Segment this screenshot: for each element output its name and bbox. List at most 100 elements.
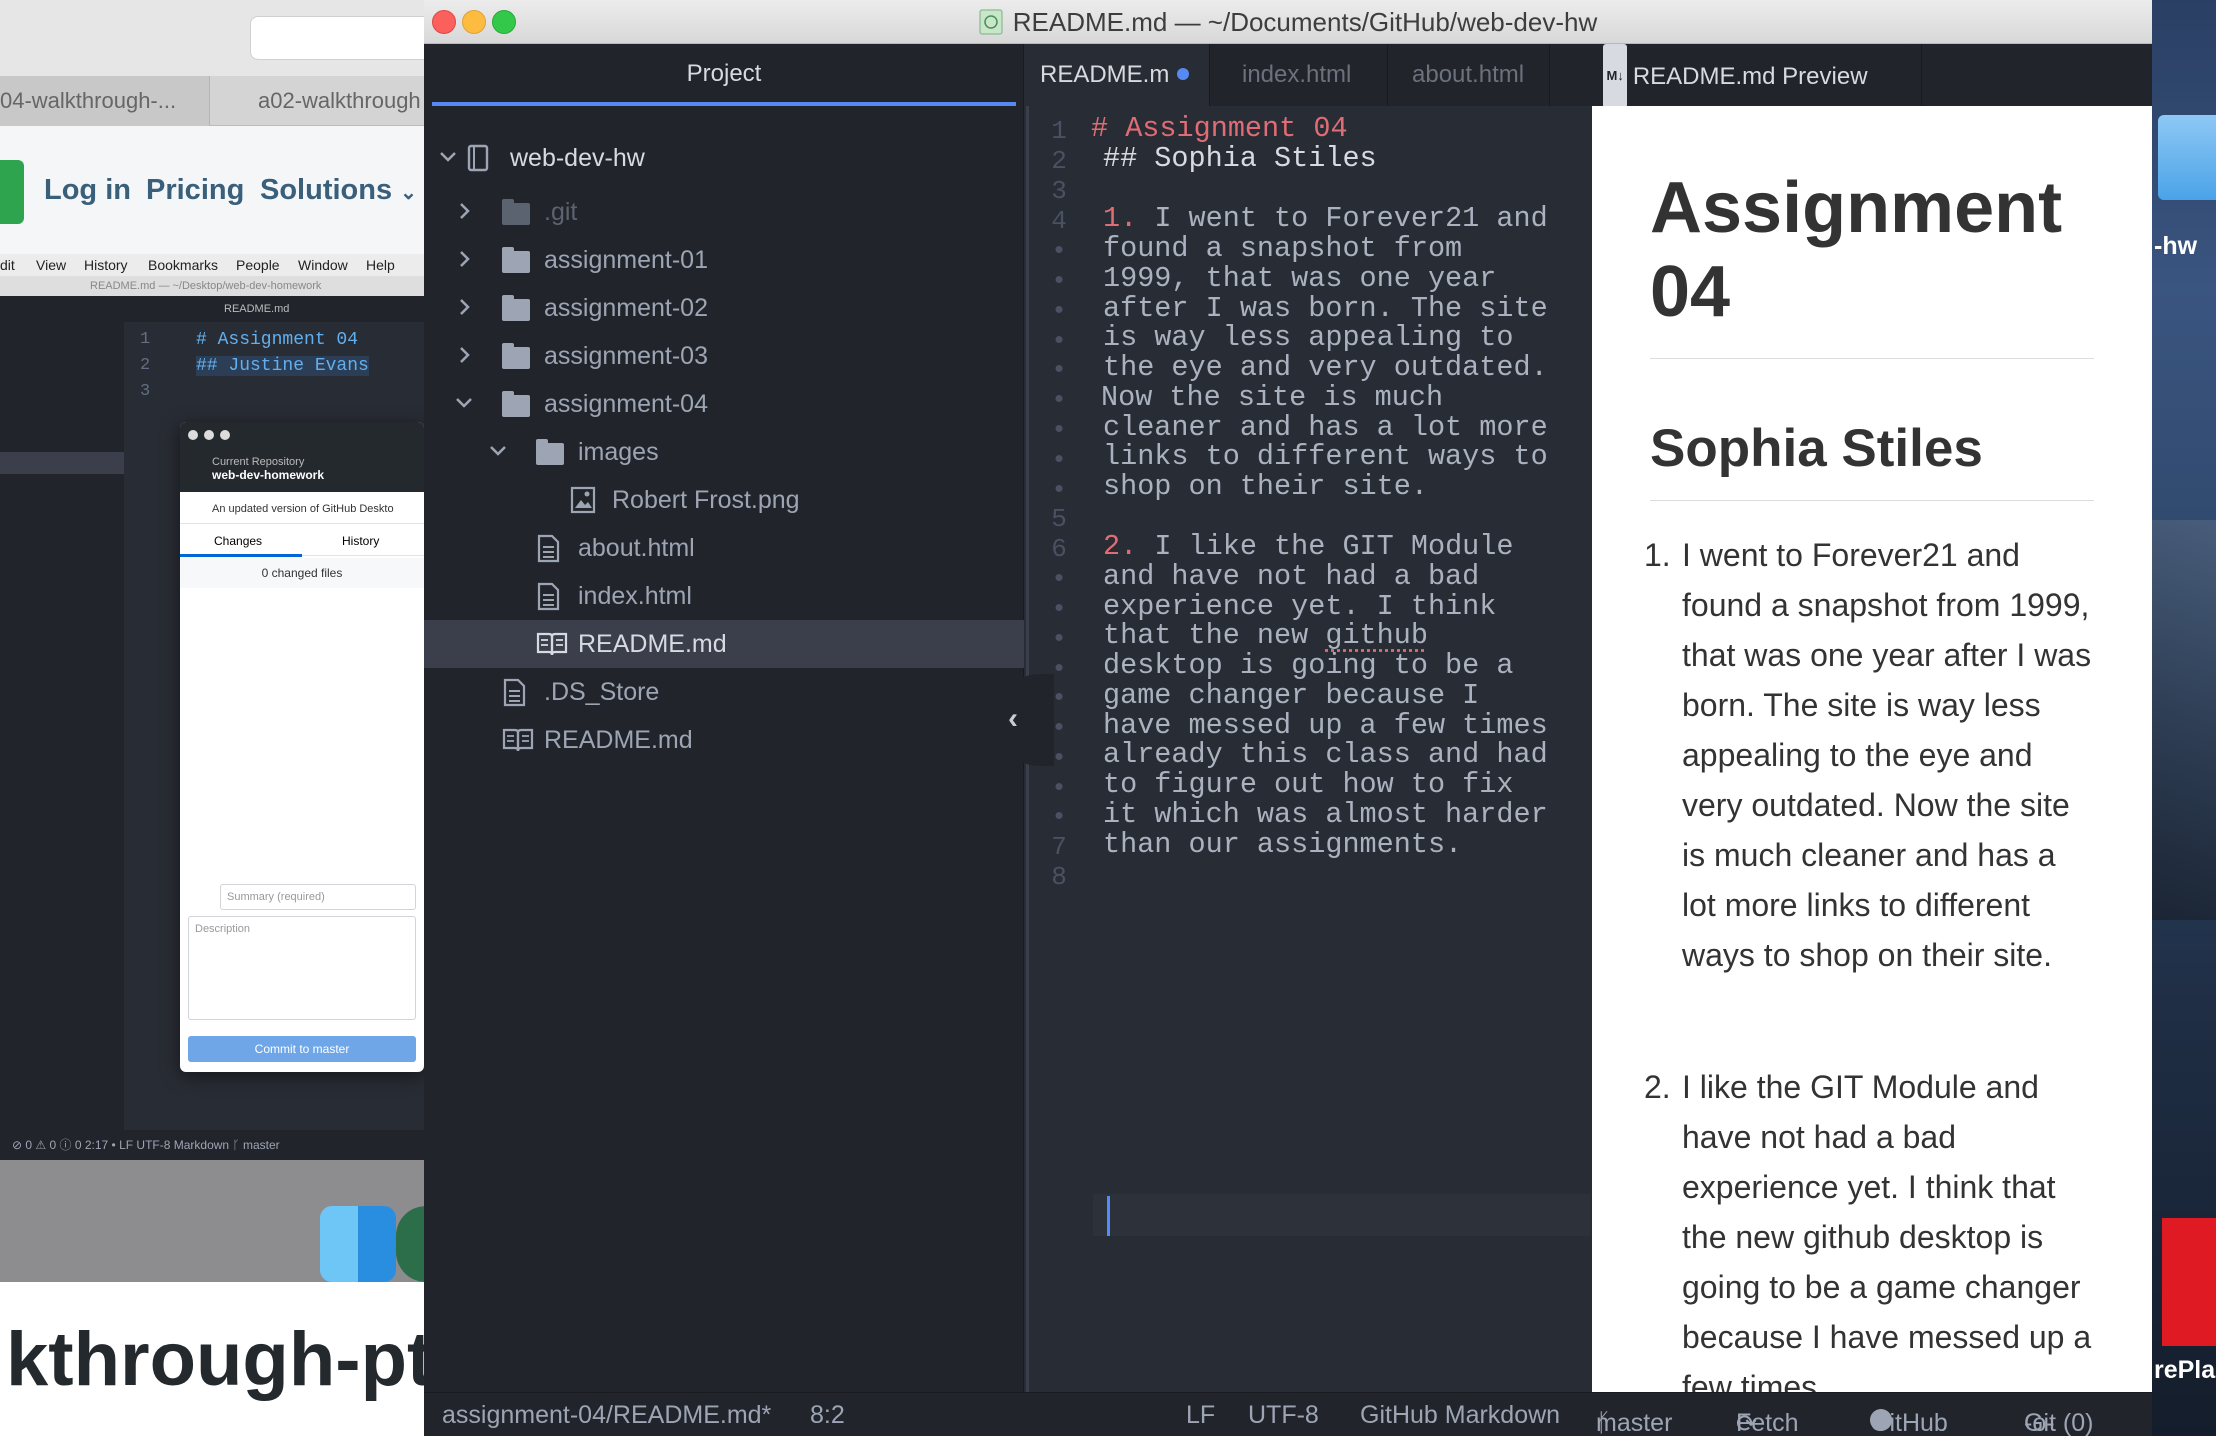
wrap-indicator: •: [1051, 296, 1067, 326]
bg-line-number: 1: [140, 330, 151, 349]
bg-tree-selection: [0, 452, 124, 474]
bg-code-line: # Assignment 04: [196, 330, 359, 350]
tab-history[interactable]: History: [342, 534, 379, 548]
tree-root[interactable]: web-dev-hw: [424, 134, 1024, 182]
menu-item[interactable]: History: [84, 257, 128, 273]
zoom-button[interactable]: [220, 430, 230, 440]
tree-item-folder[interactable]: assignment-01: [424, 236, 1024, 284]
ghd-tabs: Changes History: [180, 526, 424, 557]
browser-tab[interactable]: 04-walkthrough-...: [0, 76, 210, 126]
preview-heading-2: Sophia Stiles: [1650, 419, 1983, 478]
update-notice[interactable]: An updated version of GitHub Deskto: [180, 494, 424, 524]
wrap-indicator: •: [1051, 236, 1067, 266]
tree-item-file[interactable]: about.html: [424, 524, 1024, 572]
tree-item-file-selected[interactable]: README.md: [424, 620, 1024, 668]
cursor-line-highlight: [1093, 1194, 1590, 1236]
tree-item-file[interactable]: README.md: [424, 716, 1024, 764]
tree-item-folder[interactable]: assignment-04: [424, 380, 1024, 428]
desktop-app-label[interactable]: rePla: [2154, 1356, 2215, 1385]
markdown-preview[interactable]: Assignment 04 Sophia Stiles 1. I went to …: [1592, 106, 2152, 1392]
tab-preview[interactable]: M↓ README.md Preview: [1550, 44, 1922, 106]
tree-item-file[interactable]: index.html: [424, 572, 1024, 620]
divider: [1650, 358, 2094, 359]
minimize-button[interactable]: [462, 10, 486, 34]
book-icon: [502, 726, 534, 752]
tree-item-file[interactable]: Robert Frost.png: [424, 476, 1024, 524]
current-repository-selector[interactable]: Current Repository web-dev-homework: [180, 448, 424, 492]
browser-url-bar[interactable]: [250, 16, 424, 60]
file-text-icon: [502, 678, 528, 707]
tab-changes[interactable]: Changes: [214, 534, 262, 548]
atom-window[interactable]: README.md — ~/Documents/GitHub/web-dev-h…: [424, 0, 2152, 1436]
tree-view: Project web-dev-hw .git assignment-01 as…: [424, 44, 1024, 1392]
tab-project[interactable]: Project: [432, 44, 1016, 106]
divider: [1650, 500, 2094, 501]
line-number: 2: [1051, 146, 1067, 176]
tab-about[interactable]: about.html: [1388, 44, 1550, 106]
tree-item-git[interactable]: .git: [424, 188, 1024, 236]
tree-item-folder[interactable]: assignment-03: [424, 332, 1024, 380]
folder-icon: [502, 246, 530, 273]
wrap-indicator: •: [1051, 773, 1067, 803]
code-line: 1999, that was one year: [1103, 262, 1497, 295]
spelling-error[interactable]: github: [1325, 619, 1428, 652]
wrap-indicator: •: [1051, 564, 1067, 594]
folder-icon: [536, 438, 564, 465]
tab-index[interactable]: index.html: [1210, 44, 1388, 106]
preview-list: 1. I went to Forever21 and found a snapsh…: [1644, 530, 2094, 980]
current-repository-caption: Current Repository: [212, 456, 305, 468]
file-path[interactable]: assignment-04/README.md*: [442, 1401, 771, 1430]
menu-item[interactable]: Window: [298, 257, 348, 273]
menu-item[interactable]: dit: [0, 257, 15, 273]
status-bar: assignment-04/README.md* 8:2 LF UTF-8 Gi…: [424, 1392, 2152, 1436]
chevron-down-icon: ⌄: [400, 182, 417, 204]
desktop-folder-icon[interactable]: [2158, 115, 2216, 200]
close-button[interactable]: [188, 430, 198, 440]
document-icon: [979, 9, 1003, 35]
tree-item-folder[interactable]: assignment-02: [424, 284, 1024, 332]
grammar[interactable]: GitHub Markdown: [1360, 1401, 1560, 1430]
menu-item[interactable]: Bookmarks: [148, 257, 218, 273]
finder-icon[interactable]: [320, 1206, 396, 1282]
code-line: it which was almost harder: [1103, 798, 1548, 831]
list-item: 1. I went to Forever21 and found a snapsh…: [1644, 530, 2094, 980]
menu-item[interactable]: Help: [366, 257, 395, 273]
login-link[interactable]: Log in: [44, 174, 131, 207]
commit-summary-input[interactable]: Summary (required): [220, 884, 416, 910]
bg-atom-status-bar: ⊘ 0 ⚠ 0 ⓘ 0 2:17 • LF UTF-8 Markdown ᚴ m…: [0, 1130, 424, 1160]
tree-item-folder[interactable]: images: [424, 428, 1024, 476]
desktop-folder-label[interactable]: -hw: [2154, 232, 2197, 261]
pricing-link[interactable]: Pricing: [146, 174, 244, 207]
encoding[interactable]: UTF-8: [1248, 1401, 1319, 1430]
background-browser-window[interactable]: 04-walkthrough-... a02-walkthrough Log i…: [0, 0, 424, 1436]
line-number: 7: [1051, 832, 1067, 862]
minimize-button[interactable]: [204, 430, 214, 440]
tree-item-file[interactable]: .DS_Store: [424, 668, 1024, 716]
menu-item[interactable]: View: [36, 257, 66, 273]
chevron-right-icon: [454, 246, 476, 272]
code-line: desktop is going to be a: [1103, 649, 1514, 682]
zoom-button[interactable]: [492, 10, 516, 34]
browser-tab[interactable]: a02-walkthrough: [212, 76, 424, 126]
tab-readme[interactable]: README.m: [1024, 44, 1210, 106]
commit-button[interactable]: Commit to master: [188, 1036, 416, 1062]
github-signup-button[interactable]: [0, 160, 24, 224]
close-button[interactable]: [432, 10, 456, 34]
browser-tab-bar: 04-walkthrough-... a02-walkthrough: [0, 76, 424, 126]
solutions-link[interactable]: Solutions ⌄: [260, 174, 417, 207]
wrap-indicator: •: [1051, 802, 1067, 832]
menu-item[interactable]: People: [236, 257, 280, 273]
folder-icon: [502, 342, 530, 369]
window-title: README.md — ~/Documents/GitHub/web-dev-h…: [424, 0, 2152, 44]
bg-editor-tab[interactable]: README.md: [124, 296, 424, 322]
list-number: 1.: [1644, 537, 1671, 573]
github-desktop-window[interactable]: Current Repository web-dev-homework An u…: [180, 422, 424, 1072]
text-editor[interactable]: 1 2 3 4 • • • • • • • • • 5 6 • • • • • …: [1026, 106, 1590, 1392]
mac-menu-bar: dit View History Bookmarks People Window…: [0, 254, 424, 276]
line-ending[interactable]: LF: [1186, 1401, 1215, 1430]
cursor-position[interactable]: 8:2: [810, 1401, 845, 1430]
commit-description-input[interactable]: Description: [188, 916, 416, 1020]
bg-tree-view: [0, 296, 124, 1162]
changed-files-count: 0 changed files: [180, 558, 424, 588]
desktop-app-icon[interactable]: [2162, 1218, 2216, 1346]
